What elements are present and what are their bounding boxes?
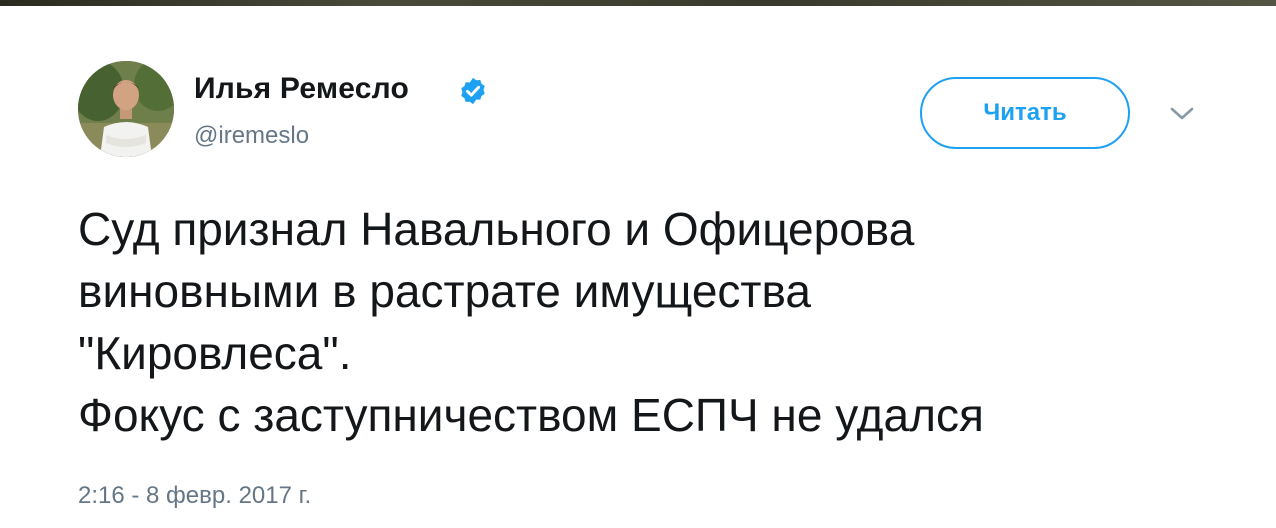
tweet-text-line: Суд признал Навального и Офицерова [78, 203, 915, 255]
author-handle[interactable]: @iremeslo [194, 122, 309, 150]
tweet-text-line: Фокус с заступничеством ЕСПЧ не удался [78, 389, 984, 441]
tweet-card: Илья Ремесло @iremeslo Читать Суд призна… [0, 6, 1276, 528]
verified-badge-icon [461, 77, 485, 105]
tweet-text: Суд признал Навального и Офицерова винов… [78, 198, 1218, 446]
chevron-down-icon[interactable] [1168, 104, 1196, 124]
avatar[interactable] [78, 61, 174, 157]
avatar-photo [78, 61, 174, 157]
tweet-timestamp[interactable]: 2:16 - 8 февр. 2017 г. [78, 482, 311, 510]
tweet-text-line: "Кировлеса". [78, 327, 352, 379]
tweet-text-line: виновными в растрате имущества [78, 265, 811, 317]
author-name[interactable]: Илья Ремесло [194, 72, 409, 106]
follow-button[interactable]: Читать [920, 77, 1130, 149]
